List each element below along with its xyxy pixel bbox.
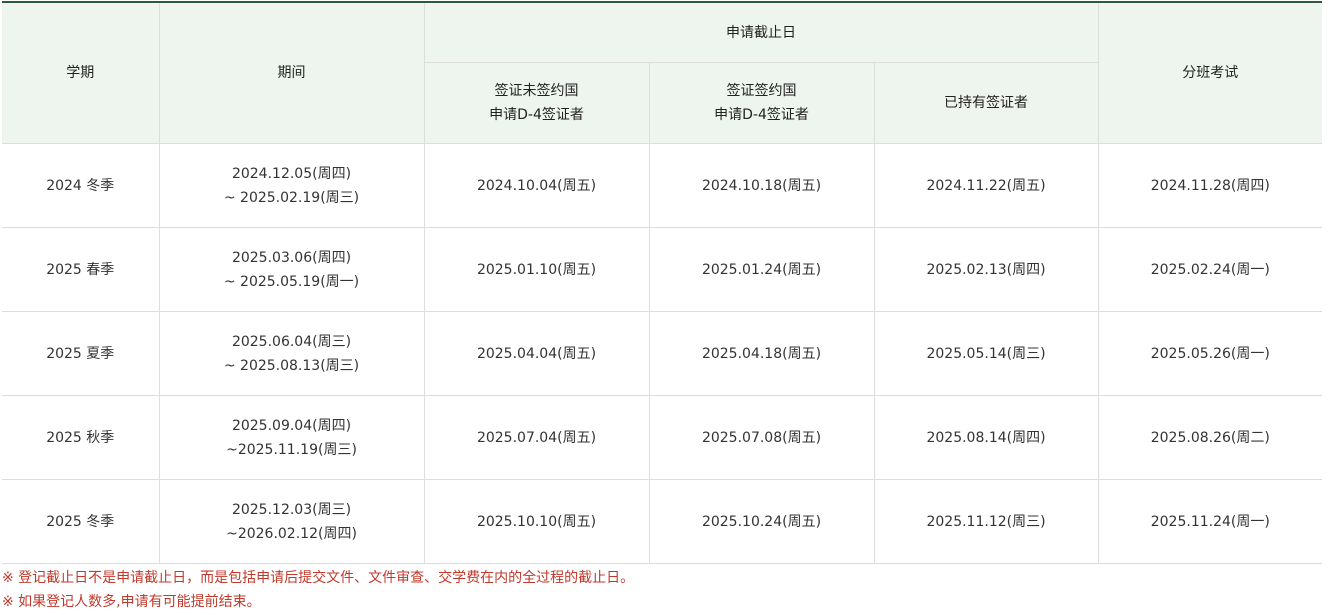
period-start: 2025.03.06(周四) <box>231 249 352 266</box>
cell-deadline-agreement: 2025.01.24(周五) <box>648 227 875 312</box>
header-line: 签证签约国 <box>726 83 797 99</box>
period-start: 2025.12.03(周三) <box>231 501 352 518</box>
notes-block: ※ 登记截止日不是申请截止日，而是包括申请后提交文件、文件审查、交学费在内的全过… <box>2 566 634 614</box>
cell-deadline-visa-holder: 2025.02.13(周四) <box>873 227 1099 312</box>
period-end: ~ 2025.08.13(周三) <box>223 357 360 374</box>
cell-deadline-visa-holder: 2024.11.22(周五) <box>873 143 1099 228</box>
cell-deadline-visa-holder: 2025.05.14(周三) <box>873 311 1099 396</box>
period-end: ~2026.02.12(周四) <box>226 525 357 542</box>
period-start: 2025.09.04(周四) <box>231 417 352 434</box>
note-registration-deadline: ※ 登记截止日不是申请截止日，而是包括申请后提交文件、文件审查、交学费在内的全过… <box>2 570 635 586</box>
period-start: 2025.06.04(周三) <box>231 333 352 350</box>
header-period: 期间 <box>158 1 425 144</box>
table-body: 2024 冬季 2024.12.05(周四) ~ 2025.02.19(周三) … <box>2 143 1323 564</box>
cell-deadline-visa-holder: 2025.08.14(周四) <box>873 395 1099 480</box>
cell-term: 2024 冬季 <box>2 143 160 228</box>
cell-deadline-agreement: 2025.04.18(周五) <box>648 311 875 396</box>
header-term: 学期 <box>2 1 160 144</box>
cell-deadline-non-agreement: 2025.07.04(周五) <box>423 395 650 480</box>
cell-deadline-non-agreement: 2024.10.04(周五) <box>423 143 650 228</box>
cell-term: 2025 夏季 <box>2 311 160 396</box>
cell-placement-test: 2025.11.24(周一) <box>1097 479 1323 564</box>
cell-deadline-non-agreement: 2025.04.04(周五) <box>423 311 650 396</box>
table-row: 2025 秋季 2025.09.04(周四) ~2025.11.19(周三) 2… <box>2 395 1323 480</box>
period-start: 2024.12.05(周四) <box>231 165 352 182</box>
cell-deadline-agreement: 2025.10.24(周五) <box>648 479 875 564</box>
cell-deadline-agreement: 2025.07.08(周五) <box>648 395 875 480</box>
cell-placement-test: 2025.08.26(周二) <box>1097 395 1323 480</box>
table-header: 学期 期间 申请截止日 分班考试 签证未签约国 申请D-4签证者 签证签约国 申… <box>2 1 1323 144</box>
cell-term: 2025 冬季 <box>2 479 160 564</box>
cell-deadline-visa-holder: 2025.11.12(周三) <box>873 479 1099 564</box>
cell-placement-test: 2025.05.26(周一) <box>1097 311 1323 396</box>
header-deadline-non-agreement: 签证未签约国 申请D-4签证者 <box>424 62 650 144</box>
header-line: 签证未签约国 <box>494 83 579 99</box>
header-deadline-group: 申请截止日 <box>423 1 1099 63</box>
cell-placement-test: 2024.11.28(周四) <box>1097 143 1323 228</box>
period-end: ~ 2025.02.19(周三) <box>223 189 360 206</box>
cell-period: 2024.12.05(周四) ~ 2025.02.19(周三) <box>158 143 425 228</box>
table-row: 2025 夏季 2025.06.04(周三) ~ 2025.08.13(周三) … <box>2 311 1323 396</box>
cell-term: 2025 秋季 <box>2 395 160 480</box>
cell-deadline-non-agreement: 2025.01.10(周五) <box>423 227 650 312</box>
header-line: 申请D-4签证者 <box>714 107 809 123</box>
cell-deadline-agreement: 2024.10.18(周五) <box>648 143 875 228</box>
header-line: 已持有签证者 <box>944 95 1029 111</box>
academic-schedule-table: 学期 期间 申请截止日 分班考试 签证未签约国 申请D-4签证者 签证签约国 申… <box>2 1 1323 564</box>
period-end: ~ 2025.05.19(周一) <box>223 273 360 290</box>
header-deadline-visa-holder: 已持有签证者 <box>873 62 1099 144</box>
cell-period: 2025.09.04(周四) ~2025.11.19(周三) <box>158 395 425 480</box>
cell-period: 2025.06.04(周三) ~ 2025.08.13(周三) <box>158 311 425 396</box>
cell-placement-test: 2025.02.24(周一) <box>1097 227 1323 312</box>
header-placement-test: 分班考试 <box>1097 1 1323 144</box>
table-row: 2024 冬季 2024.12.05(周四) ~ 2025.02.19(周三) … <box>2 143 1323 228</box>
header-line: 申请D-4签证者 <box>489 107 584 123</box>
cell-period: 2025.03.06(周四) ~ 2025.05.19(周一) <box>158 227 425 312</box>
header-deadline-agreement: 签证签约国 申请D-4签证者 <box>648 62 875 144</box>
cell-deadline-non-agreement: 2025.10.10(周五) <box>423 479 650 564</box>
period-end: ~2025.11.19(周三) <box>226 441 357 458</box>
cell-term: 2025 春季 <box>2 227 160 312</box>
cell-period: 2025.12.03(周三) ~2026.02.12(周四) <box>158 479 425 564</box>
table-row: 2025 春季 2025.03.06(周四) ~ 2025.05.19(周一) … <box>2 227 1323 312</box>
table-row: 2025 冬季 2025.12.03(周三) ~2026.02.12(周四) 2… <box>2 479 1323 564</box>
note-early-close: ※ 如果登记人数多,申请有可能提前结束。 <box>2 594 261 610</box>
